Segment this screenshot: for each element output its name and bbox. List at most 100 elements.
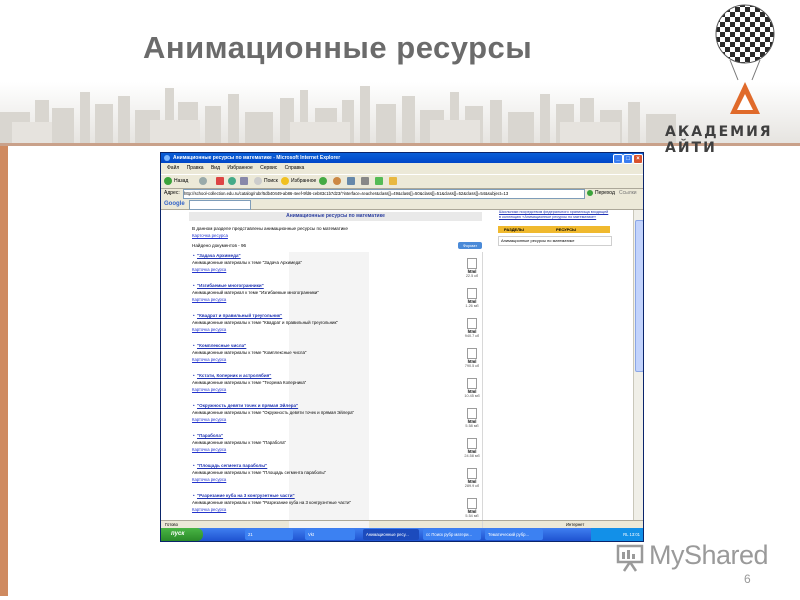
close-icon[interactable]: ×: [633, 154, 643, 164]
left-accent-bar: [0, 146, 8, 596]
back-arrow-icon: [164, 176, 172, 185]
vertical-scrollbar[interactable]: [633, 210, 643, 520]
menu-edit[interactable]: Правка: [187, 165, 204, 171]
resource-card-link[interactable]: Карточка ресурса: [192, 387, 226, 392]
stop-button[interactable]: [216, 176, 226, 187]
resource-description: Анимационные материалы к теме "Площадь с…: [192, 470, 327, 475]
resource-title-link[interactable]: "Разрезание куба на 3 конгруэнтные части…: [197, 493, 295, 498]
google-search-input[interactable]: [189, 200, 251, 210]
links-label[interactable]: Ссылки: [619, 188, 637, 198]
address-input[interactable]: http://school-collection.edu.ru/catalog/…: [183, 189, 585, 199]
address-label: Адрес:: [164, 190, 180, 196]
menu-favorites[interactable]: Избранное: [227, 165, 252, 171]
page-content: Анимационные ресурсы по математике В дан…: [161, 210, 633, 532]
bullet-icon: •: [193, 283, 195, 288]
resource-title-link[interactable]: "Задача Архимеда": [197, 253, 241, 258]
scrollbar-thumb[interactable]: [635, 220, 643, 372]
resource-card-link[interactable]: Карточка ресурса: [192, 267, 226, 272]
edit-icon: [375, 176, 383, 185]
resource-title-link[interactable]: "Кстати, Коперник и астролябия": [197, 373, 271, 378]
forward-button[interactable]: [199, 176, 209, 187]
menu-file[interactable]: Файл: [167, 165, 179, 171]
intro-text: В данном разделе представлены анимационн…: [192, 226, 348, 231]
search-button[interactable]: Поиск: [254, 176, 278, 187]
bullet-icon: •: [193, 433, 195, 438]
media-icon: [319, 176, 327, 185]
refresh-button[interactable]: [228, 176, 238, 187]
search-icon: [254, 176, 262, 185]
windows-taskbar: пуск 21 Vkt Анимационные ресу... cc Поис…: [161, 528, 643, 541]
taskbar-item[interactable]: 21: [245, 529, 293, 540]
address-bar: Адрес: http://school-collection.edu.ru/c…: [161, 188, 643, 199]
home-button[interactable]: [240, 176, 250, 187]
resource-title-link[interactable]: "Окружность девяти точек и прямая Эйлера…: [197, 403, 298, 408]
star-icon: [281, 176, 289, 185]
google-toolbar: Google: [161, 199, 643, 210]
google-logo: Google: [164, 201, 185, 207]
window-titlebar: Анимационные ресурсы по математике - Mic…: [161, 153, 643, 164]
menu-tools[interactable]: Сервис: [260, 165, 277, 171]
resource-card-link[interactable]: Карточка ресурса: [192, 447, 226, 452]
ie-icon: [164, 155, 170, 161]
resources-tab[interactable]: РЕСУРСЫ: [556, 226, 576, 233]
history-button[interactable]: [333, 176, 343, 187]
resource-description: Анимационные материалы к теме "Комплексн…: [192, 350, 307, 355]
intro-card-link[interactable]: Карточка ресурса: [192, 233, 228, 238]
menu-bar: Файл Правка Вид Избранное Сервис Справка: [161, 164, 643, 173]
sidebar-selected-item[interactable]: Анимационные ресурсы по математике: [498, 236, 612, 246]
page-header: Анимационные ресурсы по математике: [189, 212, 482, 221]
go-arrow-icon: [587, 189, 593, 196]
go-button[interactable]: Переход: [587, 188, 615, 198]
folder-icon: [389, 176, 397, 185]
mail-icon: [347, 176, 355, 185]
favorites-button[interactable]: Избранное: [281, 176, 316, 187]
resource-card-link[interactable]: Карточка ресурса: [192, 417, 226, 422]
window-title: Анимационные ресурсы по математике - Mic…: [173, 155, 341, 161]
back-button[interactable]: Назад: [164, 176, 188, 187]
page-number: 6: [744, 572, 751, 586]
html-file-icon: [467, 318, 477, 329]
resource-title-link[interactable]: "Парабола": [197, 433, 223, 438]
resource-description: Анимационные материалы к теме "Задача Ар…: [192, 260, 303, 265]
resource-card-link[interactable]: Карточка ресурса: [192, 477, 226, 482]
menu-view[interactable]: Вид: [211, 165, 220, 171]
bullet-icon: •: [193, 373, 195, 378]
mail-button[interactable]: [347, 176, 357, 187]
folder-button[interactable]: [389, 176, 399, 187]
html-file-icon: [467, 288, 477, 299]
resource-title-link[interactable]: "Площадь сегмента параболы": [197, 463, 267, 468]
menu-help[interactable]: Справка: [285, 165, 305, 171]
sidebar-links[interactable]: Школьники посредством федерального храни…: [499, 210, 609, 220]
media-button[interactable]: [319, 176, 329, 187]
resource-description: Анимационные материалы к теме "Квадрат и…: [192, 320, 338, 325]
resource-title-link[interactable]: "Изгибаемые многогранники": [197, 283, 264, 288]
html-file-icon: [467, 378, 477, 389]
sections-tab[interactable]: РАЗДЕЛЫ: [504, 226, 524, 233]
html-file-icon: [467, 408, 477, 419]
myshared-text: MyShared: [649, 540, 769, 570]
found-count: Найдено документов - 96: [192, 243, 247, 248]
resource-card-link[interactable]: Карточка ресурса: [192, 507, 226, 512]
print-button[interactable]: [361, 176, 371, 187]
bullet-icon: •: [193, 493, 195, 498]
minimize-icon[interactable]: _: [613, 154, 623, 164]
resource-card-link[interactable]: Карточка ресурса: [192, 357, 226, 362]
sidebar-header: РАЗДЕЛЫ РЕСУРСЫ: [498, 226, 610, 233]
edit-button[interactable]: [375, 176, 385, 187]
status-text: Готово: [165, 522, 178, 527]
home-icon: [240, 176, 248, 185]
html-file-icon: [467, 468, 477, 479]
zone-text: Интернет: [566, 522, 585, 527]
taskbar-item[interactable]: Тематический рубр...: [485, 529, 543, 540]
start-button[interactable]: пуск: [161, 528, 203, 541]
maximize-icon[interactable]: □: [623, 154, 633, 164]
taskbar-item-active[interactable]: Анимационные ресу...: [363, 529, 419, 540]
resource-title-link[interactable]: "Комплексные числа": [197, 343, 246, 348]
resource-title-link[interactable]: "Квадрат и правильный треугольник": [197, 313, 282, 318]
resource-card-link[interactable]: Карточка ресурса: [192, 327, 226, 332]
refresh-icon: [228, 176, 236, 185]
html-file-icon: [467, 438, 477, 449]
taskbar-item[interactable]: cc Поиск рубр матери...: [423, 529, 481, 540]
resource-card-link[interactable]: Карточка ресурса: [192, 297, 226, 302]
taskbar-item[interactable]: Vkt: [305, 529, 355, 540]
